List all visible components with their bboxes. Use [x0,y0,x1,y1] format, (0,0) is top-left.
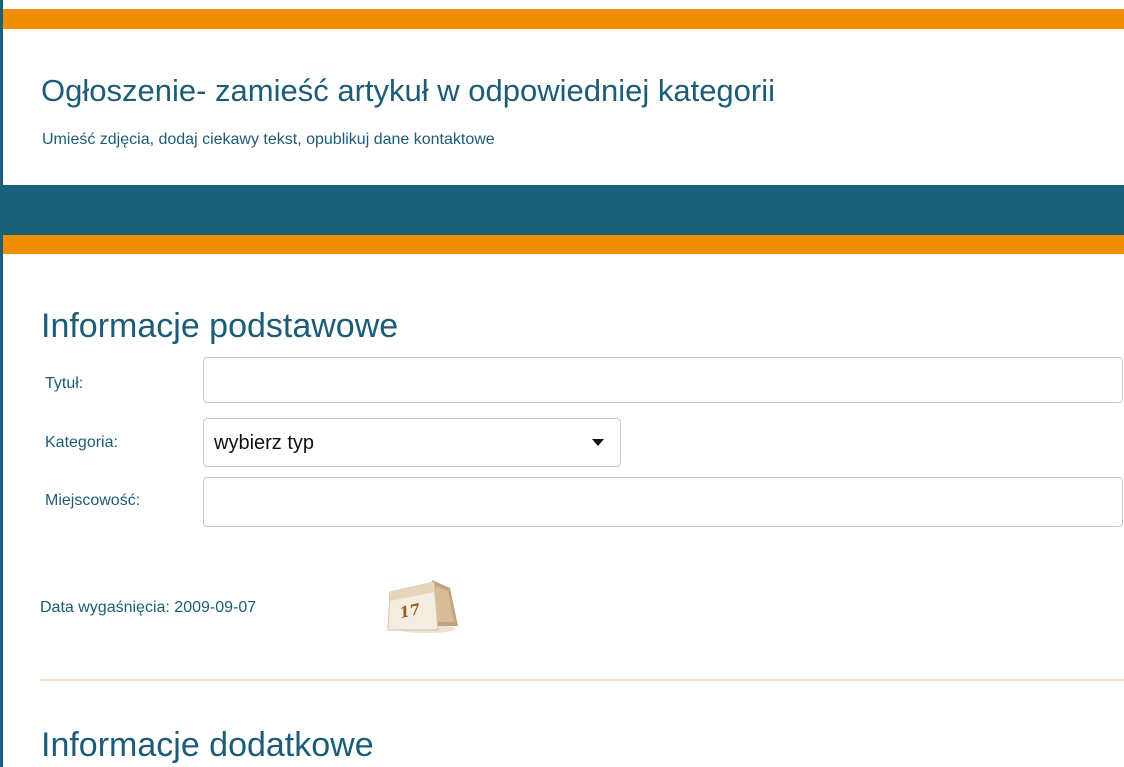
header-orange-band [3,235,1124,254]
section-heading-additional: Informacje dodatkowe [41,726,374,764]
city-label: Miejscowość: [45,492,141,509]
category-label: Kategoria: [45,434,118,451]
top-accent-bar [3,9,1124,29]
page-subtitle: Umieść zdjęcia, dodaj ciekawy tekst, opu… [42,131,495,148]
left-border [0,0,3,767]
expiry-date: 2009-09-07 [174,599,257,616]
title-label: Tytuł: [45,375,84,392]
section-heading-basic: Informacje podstawowe [41,307,399,345]
calendar-icon[interactable]: 17 [384,574,464,634]
title-input[interactable] [203,357,1123,403]
expiry-row: Data wygaśnięcia: 2009-09-07 [40,599,256,617]
category-selected-value: wybierz typ [214,432,315,454]
header-blue-band [3,185,1124,235]
page-title: Ogłoszenie- zamieść artykuł w odpowiedni… [41,73,776,108]
expiry-label: Data wygaśnięcia: [40,599,170,616]
city-input[interactable] [203,477,1123,527]
section-divider [40,679,1124,681]
chevron-down-icon [592,439,604,446]
category-select[interactable]: wybierz typ [203,418,621,467]
